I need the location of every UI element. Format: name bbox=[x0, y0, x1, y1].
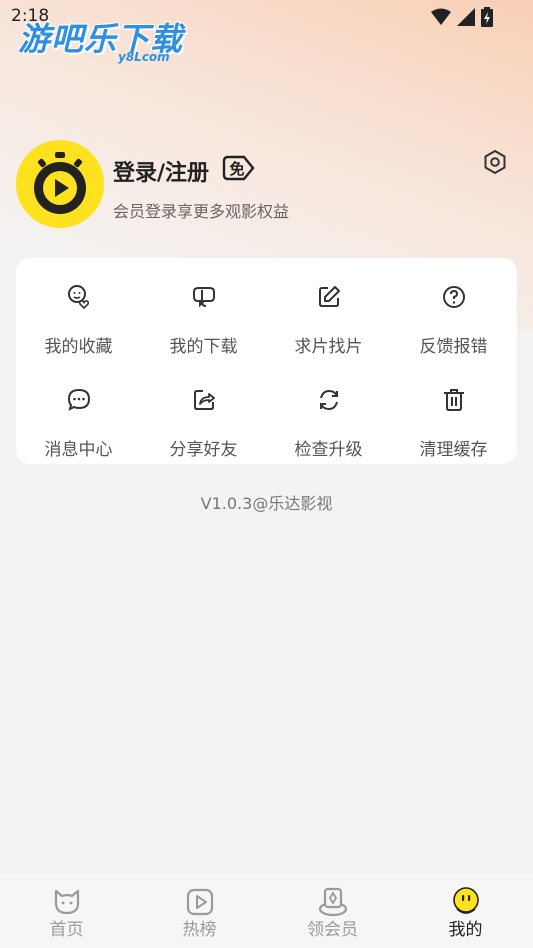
grid-item-request[interactable]: 求片找片 bbox=[266, 270, 391, 360]
tab-label: 热榜 bbox=[182, 920, 217, 940]
wifi-icon bbox=[431, 8, 451, 25]
grid-label: 检查升级 bbox=[294, 440, 363, 460]
bottom-tab-bar: 首页 热榜 领会员 我的 bbox=[0, 873, 533, 948]
watermark-subtext: y8Lcom bbox=[118, 50, 170, 64]
tab-hot-list[interactable]: 热榜 bbox=[133, 873, 266, 948]
help-icon bbox=[442, 286, 465, 308]
vip-icon bbox=[318, 887, 347, 917]
tab-vip[interactable]: 领会员 bbox=[266, 873, 399, 948]
tab-home[interactable]: 首页 bbox=[0, 873, 133, 948]
battery-icon bbox=[481, 7, 493, 27]
tab-label: 我的 bbox=[448, 920, 483, 940]
tab-label: 首页 bbox=[49, 920, 84, 940]
grid-label: 分享好友 bbox=[169, 440, 238, 460]
share-icon bbox=[193, 390, 215, 410]
signal-icon bbox=[457, 8, 475, 26]
grid-label: 消息中心 bbox=[44, 440, 113, 460]
login-register-link[interactable]: 登录/注册 bbox=[113, 155, 209, 187]
function-grid: 我的收藏 我的下载 求片找片 反馈报错 消息中心 分享好友 检查升级 清理缓存 bbox=[16, 258, 517, 464]
grid-label: 我的下载 bbox=[169, 337, 238, 357]
message-icon bbox=[67, 388, 90, 411]
home-icon bbox=[54, 889, 79, 915]
grid-item-share[interactable]: 分享好友 bbox=[141, 373, 266, 463]
free-badge-text: 免 bbox=[229, 160, 244, 178]
refresh-icon bbox=[319, 389, 338, 411]
download-icon bbox=[192, 287, 215, 308]
version-text: V1.0.3@乐达影视 bbox=[200, 494, 333, 513]
grid-item-downloads[interactable]: 我的下载 bbox=[141, 270, 266, 360]
play-icon bbox=[186, 888, 213, 916]
grid-label: 我的收藏 bbox=[44, 337, 113, 357]
grid-item-feedback[interactable]: 反馈报错 bbox=[391, 270, 516, 360]
free-badge: 免 bbox=[222, 153, 256, 187]
favorite-icon bbox=[67, 285, 89, 310]
watermark-logo: 游吧乐下载 y8Lcom bbox=[18, 14, 183, 64]
avatar[interactable] bbox=[16, 140, 104, 228]
app-logo-icon bbox=[34, 152, 86, 214]
edit-icon bbox=[318, 286, 340, 307]
grid-item-favorites[interactable]: 我的收藏 bbox=[16, 270, 141, 360]
settings-icon[interactable] bbox=[482, 149, 508, 175]
grid-item-clear-cache[interactable]: 清理缓存 bbox=[391, 373, 516, 463]
tab-profile[interactable]: 我的 bbox=[399, 873, 532, 948]
tab-label: 领会员 bbox=[307, 920, 358, 940]
profile-icon bbox=[452, 887, 479, 914]
grid-label: 清理缓存 bbox=[419, 440, 488, 460]
grid-item-update[interactable]: 检查升级 bbox=[266, 373, 391, 463]
user-subtitle: 会员登录享更多观影权益 bbox=[113, 202, 290, 221]
grid-item-messages[interactable]: 消息中心 bbox=[16, 373, 141, 463]
trash-icon bbox=[443, 389, 464, 411]
grid-label: 反馈报错 bbox=[419, 337, 488, 357]
grid-label: 求片找片 bbox=[294, 337, 363, 357]
